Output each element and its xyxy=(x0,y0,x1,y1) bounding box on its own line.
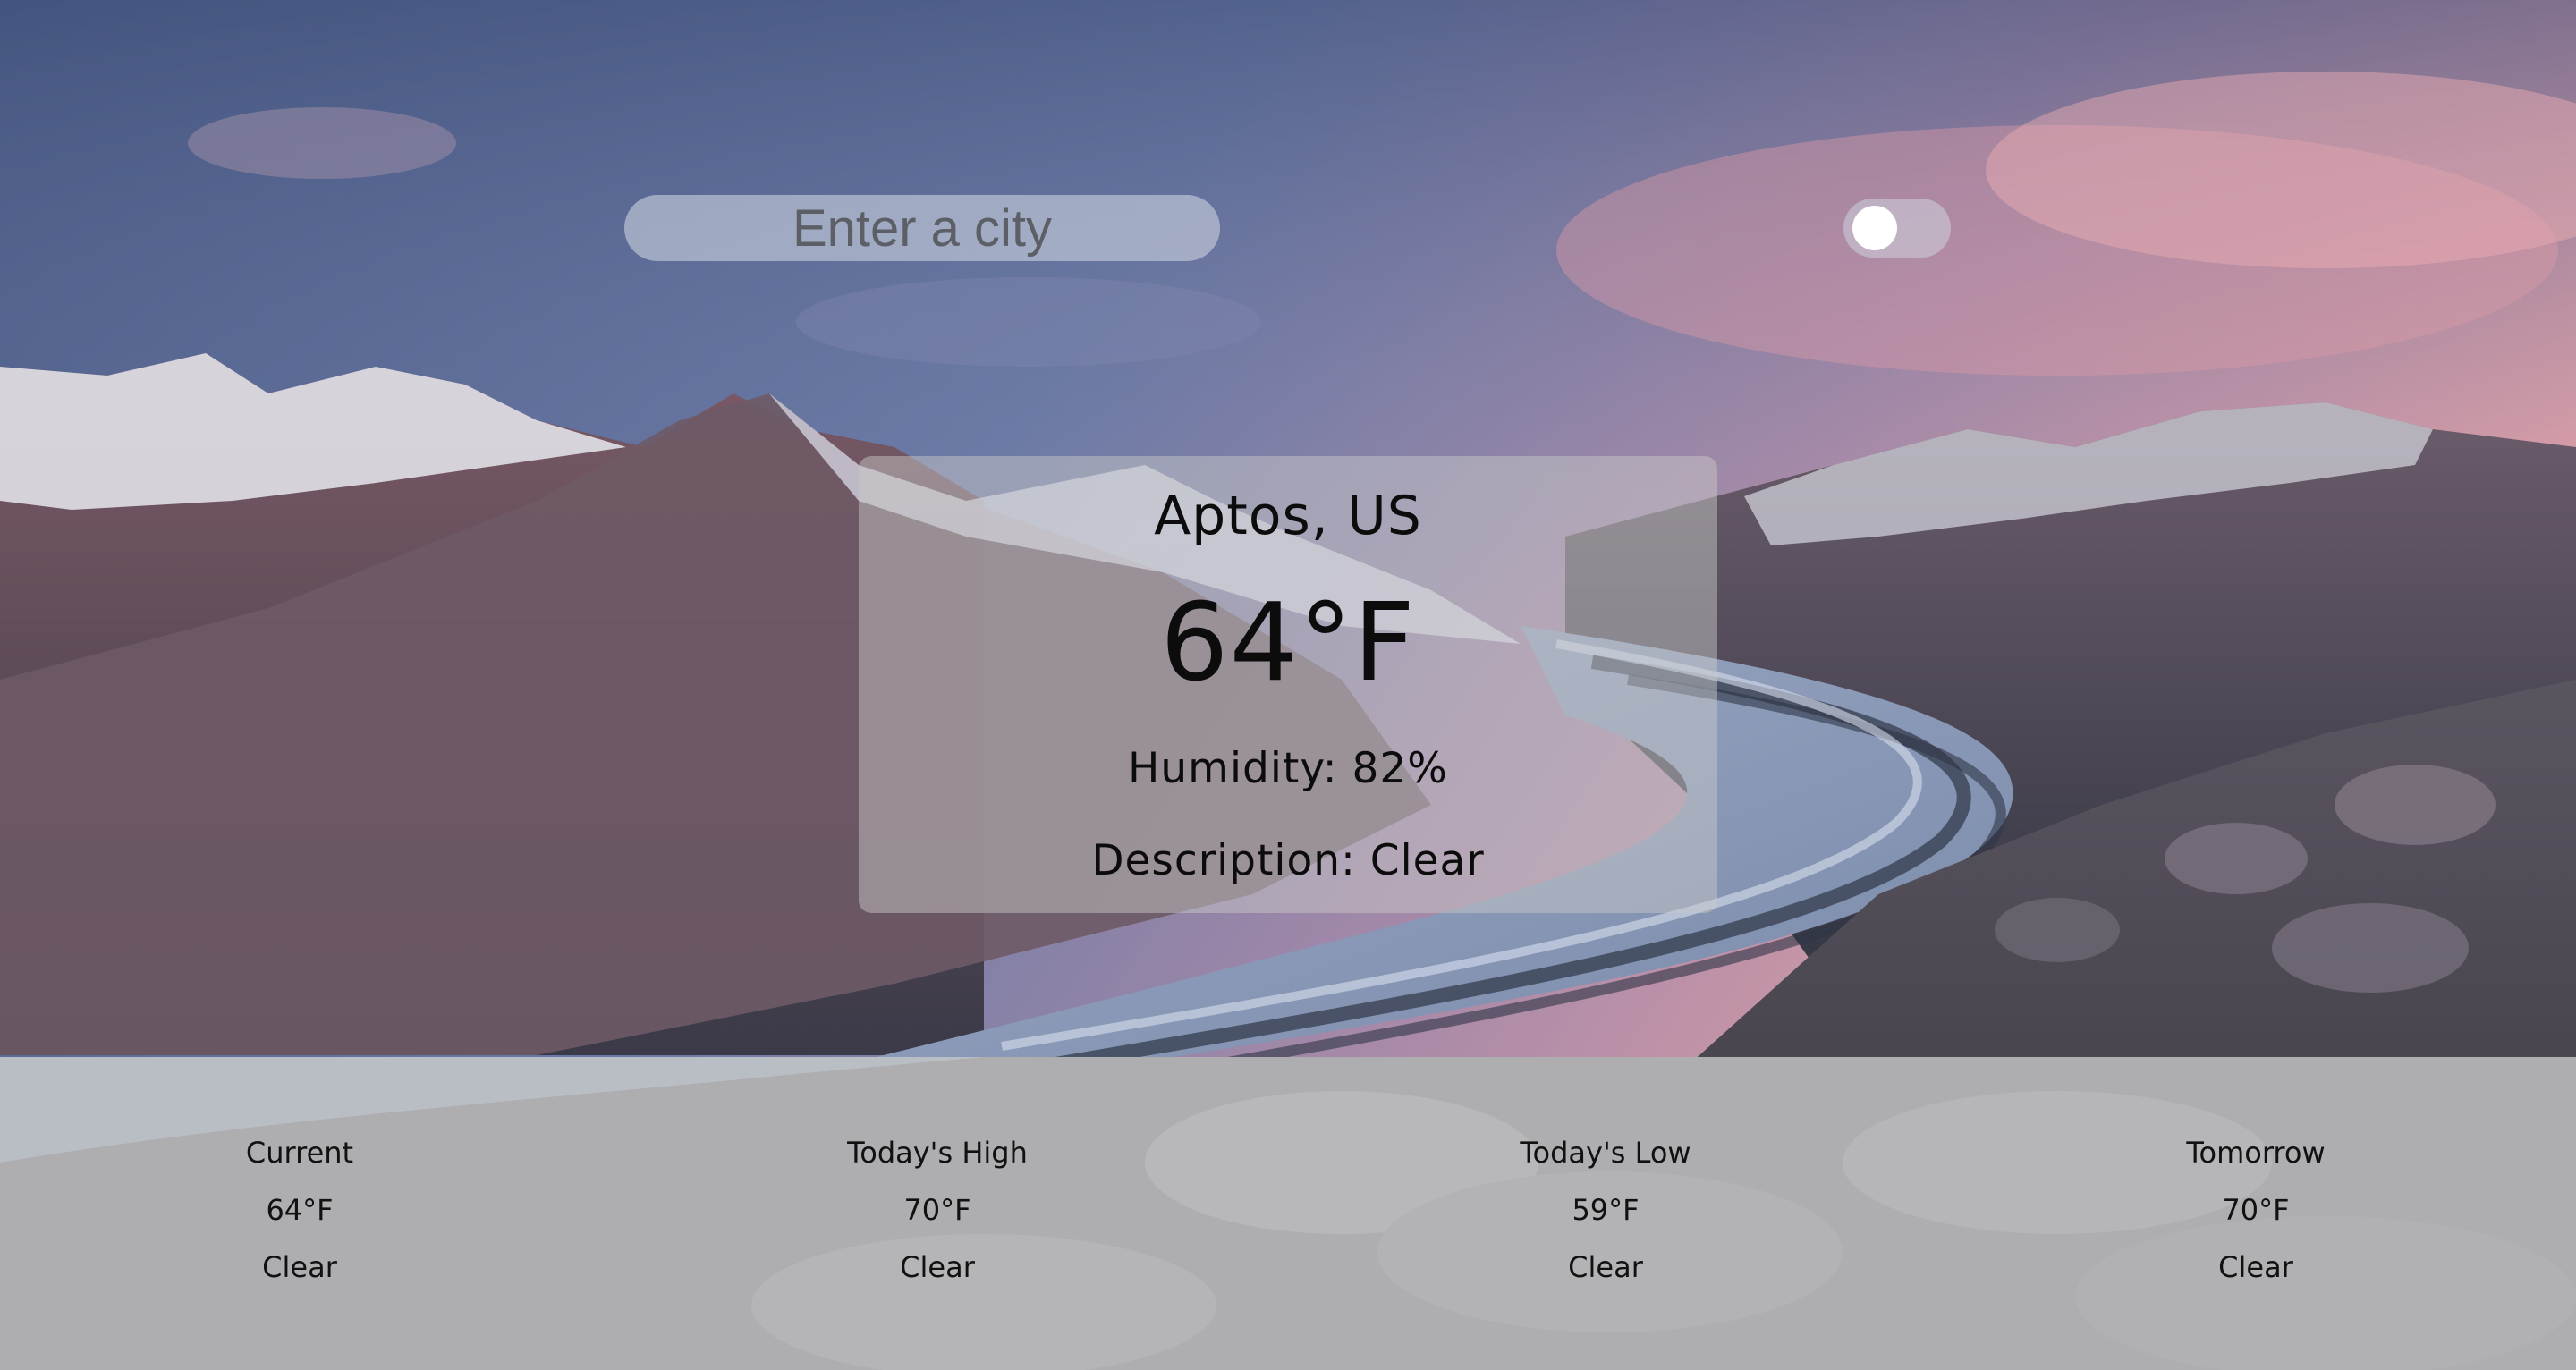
forecast-temperature: 64°F xyxy=(266,1193,334,1227)
description-text: Description: Clear xyxy=(1091,836,1485,885)
forecast-label: Today's High xyxy=(847,1136,1028,1170)
forecast-description: Clear xyxy=(1568,1250,1643,1284)
forecast-label: Tomorrow xyxy=(2186,1136,2326,1170)
current-weather-card: Aptos, US 64°F Humidity: 82% Description… xyxy=(859,456,1717,913)
forecast-label: Current xyxy=(245,1136,354,1170)
forecast-description: Clear xyxy=(2218,1250,2293,1284)
theme-toggle-switch[interactable] xyxy=(1843,199,1951,258)
forecast-temperature: 70°F xyxy=(903,1193,971,1227)
forecast-temperature: 59°F xyxy=(1572,1193,1640,1227)
current-temperature: 64°F xyxy=(1160,581,1416,706)
forecast-bar: Current 64°F Clear Today's High 70°F Cle… xyxy=(0,1057,2576,1370)
forecast-label: Today's Low xyxy=(1520,1136,1691,1170)
humidity-text: Humidity: 82% xyxy=(1128,744,1448,793)
city-search-input[interactable] xyxy=(624,195,1220,261)
forecast-description: Clear xyxy=(900,1250,975,1284)
forecast-description: Clear xyxy=(262,1250,337,1284)
city-name: Aptos, US xyxy=(1154,485,1422,547)
forecast-temperature: 70°F xyxy=(2222,1193,2290,1227)
toggle-knob xyxy=(1852,206,1897,250)
